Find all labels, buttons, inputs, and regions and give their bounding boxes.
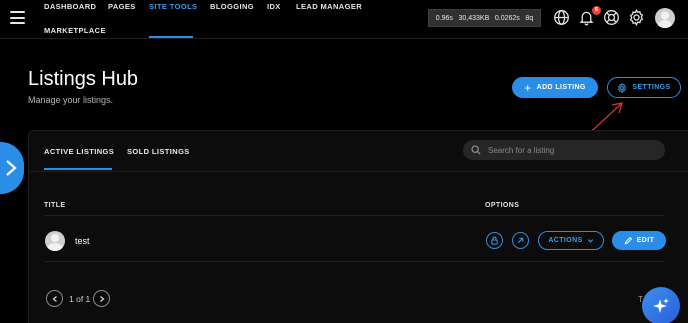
ai-assistant-button[interactable] [642,287,680,323]
actions-dropdown[interactable]: ACTIONS [538,231,604,250]
next-page-button[interactable] [93,290,110,307]
sidebar-toggle-button[interactable] [0,142,24,194]
edit-button[interactable]: EDIT [612,231,666,250]
gear-icon[interactable] [628,8,645,27]
settings-label: SETTINGS [632,84,671,91]
active-nav-indicator [149,36,193,38]
top-navigation: DASHBOARD PAGES SITE TOOLS BLOGGING IDX … [0,0,688,39]
page-title: Listings Hub [28,68,139,90]
menu-icon[interactable] [10,11,25,24]
chevron-right-icon [6,160,17,176]
add-listing-button[interactable]: + ADD LISTING [512,77,598,98]
lock-icon [491,236,498,245]
tab-active-listings[interactable]: ACTIVE LISTINGS [44,147,114,156]
divider [29,171,688,172]
pagination-info: 1 of 1 [69,294,91,304]
chevron-left-icon [51,295,57,302]
help-icon[interactable] [603,9,620,26]
external-link-icon [517,237,524,244]
active-tab-indicator [44,168,112,170]
add-listing-label: ADD LISTING [536,84,586,91]
edit-label: EDIT [636,237,655,244]
globe-icon[interactable] [553,9,570,26]
performance-stats: 0.96s 30,433KB 0.0262s 8q [428,9,541,27]
column-header-options: OPTIONS [485,202,520,209]
avatar [45,231,65,251]
pencil-icon [624,236,632,245]
listing-title[interactable]: test [75,236,90,246]
nav-item-dashboard[interactable]: DASHBOARD [44,2,96,11]
perf-query-time: 0.0262s [494,14,520,22]
nav-item-blogging[interactable]: BLOGGING [210,2,254,11]
search-bar[interactable] [463,140,665,160]
chevron-right-icon [99,295,105,302]
divider [44,261,664,262]
nav-item-site-tools[interactable]: SITE TOOLS [149,2,197,11]
perf-size: 30,433KB [458,14,490,22]
nav-item-lead-manager[interactable]: LEAD MANAGER [296,2,362,11]
column-header-title: TITLE [44,202,66,209]
lock-button[interactable] [486,232,503,249]
sparkle-icon [653,298,669,313]
open-listing-button[interactable] [512,232,529,249]
settings-button[interactable]: SETTINGS [607,77,681,98]
user-avatar[interactable] [655,8,675,28]
listings-card: ACTIVE LISTINGS SOLD LISTINGS TITLE OPTI… [28,130,688,323]
nav-item-pages[interactable]: PAGES [108,2,136,11]
actions-label: ACTIONS [548,237,583,244]
notification-badge: 6 [592,6,601,15]
page-subtitle: Manage your listings. [28,95,114,105]
perf-queries: 8q [525,14,534,22]
search-icon [471,145,481,155]
chevron-down-icon [587,239,593,243]
divider [44,215,664,216]
perf-time: 0.96s [435,14,453,22]
plus-icon: + [524,80,532,95]
nav-item-marketplace[interactable]: MARKETPLACE [44,26,106,35]
tab-sold-listings[interactable]: SOLD LISTINGS [127,147,190,156]
previous-page-button[interactable] [46,290,63,307]
gear-icon [618,82,627,93]
nav-item-idx[interactable]: IDX [267,2,281,11]
search-input[interactable] [488,145,658,155]
